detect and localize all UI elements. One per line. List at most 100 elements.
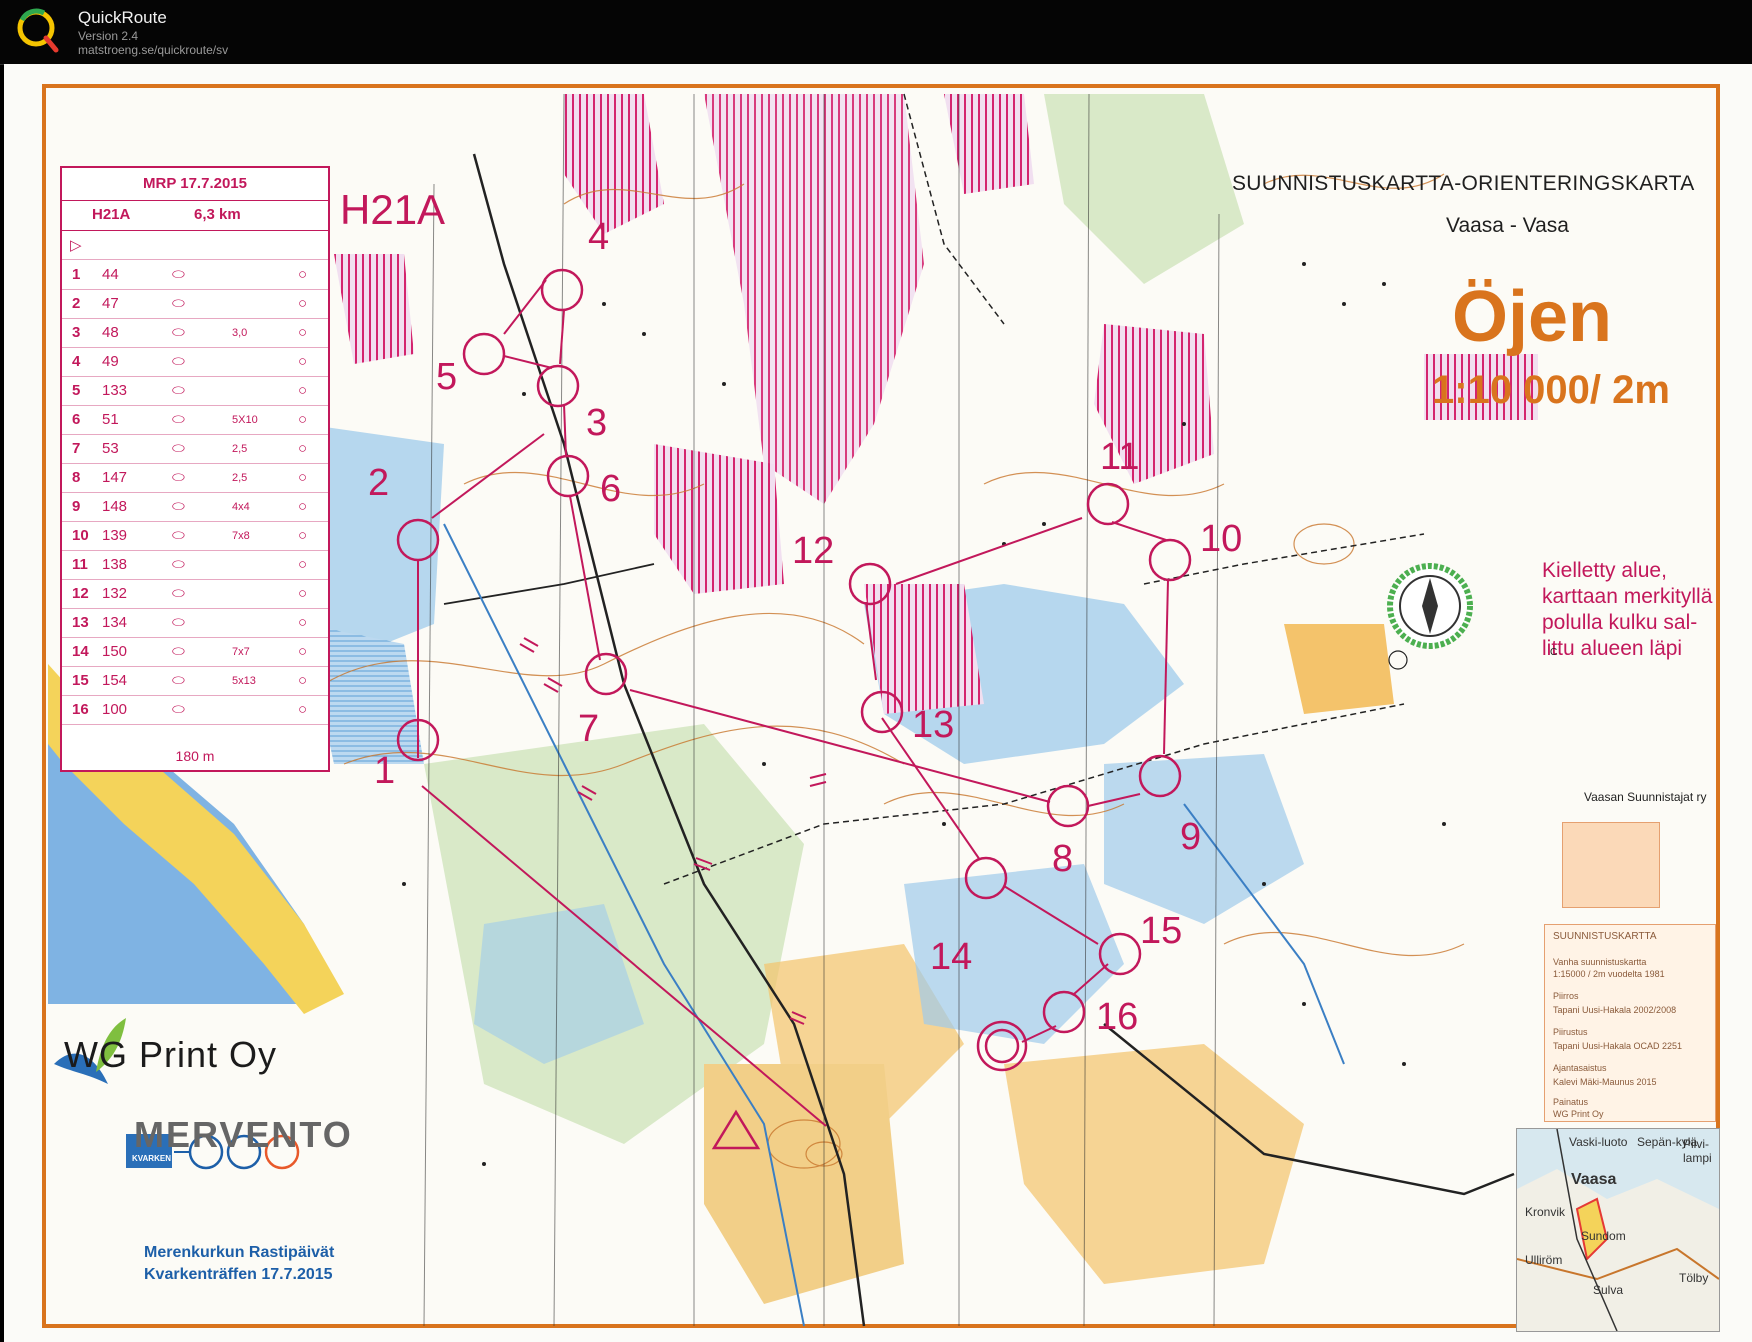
desc-control-code: 154 xyxy=(102,672,128,689)
desc-control-number: 12 xyxy=(72,585,89,602)
control-number-5: 5 xyxy=(436,356,458,398)
desc-control-number: 7 xyxy=(72,440,81,457)
control-number-1: 1 xyxy=(374,750,396,792)
desc-control-number: 6 xyxy=(72,411,81,428)
forbidden-area-6 xyxy=(864,584,984,714)
desc-control-number: 3 xyxy=(72,324,81,341)
control-number-3: 3 xyxy=(586,402,608,444)
forbidden-note-line: karttaan merkityllä xyxy=(1542,585,1713,608)
control-number-4: 4 xyxy=(588,216,610,258)
desc-control-row: 7 53 ⬭ 2,5 ○ xyxy=(62,434,328,464)
desc-control-size: 7x7 xyxy=(232,646,250,658)
desc-feature-icon: ⬭ xyxy=(172,672,185,689)
desc-location-icon: ○ xyxy=(298,585,308,602)
app-title-bar: QuickRoute Version 2.4 matstroeng.se/qui… xyxy=(0,0,1752,65)
desc-location-icon: ○ xyxy=(298,382,308,399)
desc-feature-icon: ⬭ xyxy=(172,585,185,602)
desc-control-code: 49 xyxy=(102,353,119,370)
desc-location-icon: ○ xyxy=(298,556,308,573)
inset-label: Vaski-luoto xyxy=(1569,1135,1628,1149)
control-number-13: 13 xyxy=(912,704,955,746)
desc-control-row: 12 132 ⬭ ○ xyxy=(62,579,328,609)
desc-control-code: 150 xyxy=(102,643,128,660)
legend-line: Tapani Uusi-Hakala OCAD 2251 xyxy=(1553,1041,1683,1051)
desc-location-icon: ○ xyxy=(298,701,308,718)
inset-label: Sundom xyxy=(1581,1229,1626,1243)
desc-control-number: 11 xyxy=(72,556,88,573)
desc-location-icon: ○ xyxy=(298,324,308,341)
legend-line: WG Print Oy xyxy=(1553,1109,1604,1119)
desc-class: H21A xyxy=(92,206,131,223)
desc-location-icon: ○ xyxy=(298,295,308,312)
desc-feature-icon: ⬭ xyxy=(172,324,185,341)
desc-location-icon: ○ xyxy=(298,440,308,457)
desc-control-number: 14 xyxy=(72,643,89,660)
control-number-15: 15 xyxy=(1140,910,1183,952)
map-region: Vaasa - Vasa xyxy=(1446,214,1569,237)
desc-control-size: 2,5 xyxy=(232,443,248,455)
desc-feature-icon: ⬭ xyxy=(172,266,185,283)
app-version: Version 2.4 xyxy=(78,29,139,43)
inset-label: Vaasa xyxy=(1571,1171,1617,1188)
desc-control-number: 10 xyxy=(72,527,89,544)
desc-location-icon: ○ xyxy=(298,266,308,283)
legend-line: Vanha suunnistuskartta xyxy=(1553,957,1647,967)
forbidden-area-note: Kielletty alue, karttaan merkityllä polu… xyxy=(1542,558,1722,662)
sponsor-mervento: MERVENTO xyxy=(134,1114,353,1155)
desc-control-row: 11 138 ⬭ ○ xyxy=(62,550,328,580)
desc-control-code: 44 xyxy=(102,266,119,283)
legend-line: Painatus xyxy=(1553,1097,1589,1107)
desc-location-icon: ○ xyxy=(298,672,308,689)
desc-class-row: H21A 6,3 km xyxy=(62,200,328,231)
desc-feature-icon: ⬭ xyxy=(172,556,185,573)
club-logo-icon xyxy=(1387,563,1473,649)
desc-location-icon: ○ xyxy=(298,614,308,631)
desc-control-number: 4 xyxy=(72,353,81,370)
desc-control-row: 14 150 ⬭ 7x7 ○ xyxy=(62,637,328,667)
desc-location-icon: ○ xyxy=(298,527,308,544)
inset-label: Kronvik xyxy=(1525,1205,1566,1219)
map-scale: 1:10 000/ 2m xyxy=(1432,368,1670,412)
desc-length: 6,3 km xyxy=(194,206,241,223)
inset-label: Ulliröm xyxy=(1525,1253,1563,1267)
forbidden-note-line: polulla kulku sal- xyxy=(1542,611,1698,634)
desc-feature-icon: ⬭ xyxy=(172,353,185,370)
desc-location-icon: ○ xyxy=(298,353,308,370)
desc-feature-icon: ⬭ xyxy=(172,295,185,312)
legend-line: Tapani Uusi-Hakala 2002/2008 xyxy=(1553,1005,1677,1015)
desc-control-row: 8 147 ⬭ 2,5 ○ xyxy=(62,463,328,493)
desc-feature-icon: ⬭ xyxy=(172,411,185,428)
desc-control-row: 10 139 ⬭ 7x8 ○ xyxy=(62,521,328,551)
desc-control-code: 134 xyxy=(102,614,128,631)
desc-control-number: 13 xyxy=(72,614,89,631)
control-number-7: 7 xyxy=(578,708,600,750)
control-number-14: 14 xyxy=(930,936,973,978)
desc-control-row: 9 148 ⬭ 4x4 ○ xyxy=(62,492,328,522)
event-title: Merenkurkun Rastipäivät xyxy=(144,1244,335,1261)
desc-feature-icon: ⬭ xyxy=(172,614,185,631)
desc-location-icon: ○ xyxy=(298,469,308,486)
app-url[interactable]: matstroeng.se/quickroute/sv xyxy=(78,43,228,57)
inset-label: Sulva xyxy=(1593,1283,1624,1297)
orienteering-map[interactable]: SUUNNISTUSKARTTA-ORIENTERINGSKARTA Vaasa… xyxy=(4,64,1752,1342)
control-number-10: 10 xyxy=(1200,518,1243,560)
desc-control-code: 138 xyxy=(102,556,128,573)
map-note-box xyxy=(1562,822,1660,908)
desc-control-code: 51 xyxy=(102,411,119,428)
desc-control-row: 16 100 ⬭ ○ xyxy=(62,695,328,725)
control-number-12: 12 xyxy=(792,530,835,572)
map-info-legend: SUUNNISTUSKARTTA Vanha suunnistuskartta … xyxy=(1544,924,1716,1122)
kvarken-logo-text: KVARKEN xyxy=(132,1154,171,1163)
desc-start-row: ▷ xyxy=(62,230,328,260)
inset-label: Tölby xyxy=(1679,1271,1709,1285)
control-number-8: 8 xyxy=(1052,838,1074,880)
legend-line: Piirros xyxy=(1553,991,1579,1001)
desc-location-icon: ○ xyxy=(298,411,308,428)
desc-control-number: 5 xyxy=(72,382,81,399)
app-title: QuickRoute xyxy=(78,8,167,27)
desc-control-number: 2 xyxy=(72,295,81,312)
desc-feature-icon: ⬭ xyxy=(172,382,185,399)
copyright-symbol: C xyxy=(1550,647,1558,658)
desc-location-icon: ○ xyxy=(298,498,308,515)
control-number-2: 2 xyxy=(368,462,390,504)
